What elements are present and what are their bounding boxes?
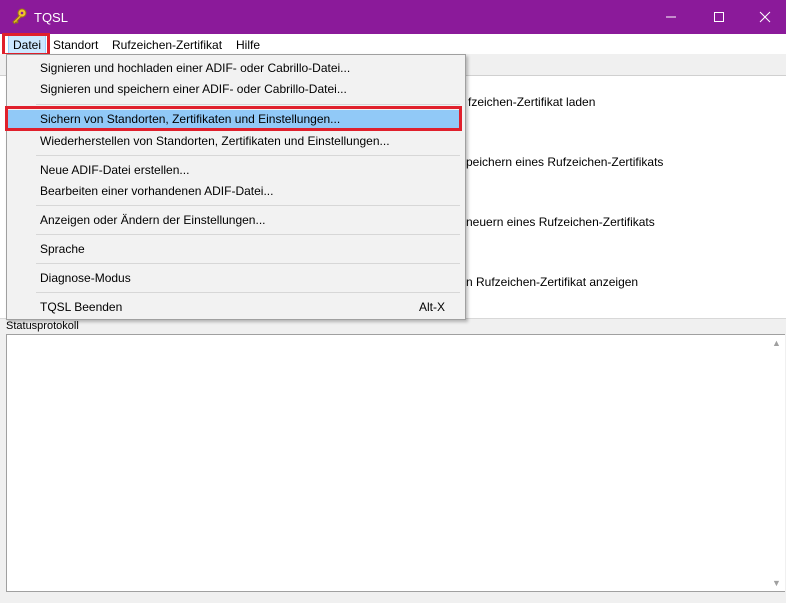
key-icon — [12, 8, 27, 25]
maximize-button[interactable] — [696, 0, 742, 34]
scroll-up-icon[interactable]: ▲ — [772, 338, 781, 348]
menu-item-restore[interactable]: Wiederherstellen von Standorten, Zertifi… — [40, 134, 390, 148]
title-bar: TQSL — [0, 0, 786, 34]
action-load-certificate[interactable]: fzeichen-Zertifikat laden — [468, 95, 595, 109]
action-renew-certificate[interactable]: neuern eines Rufzeichen-Zertifikats — [466, 215, 655, 229]
close-button[interactable] — [742, 0, 786, 34]
menu-item-edit-adif[interactable]: Bearbeiten einer vorhandenen ADIF-Datei.… — [40, 184, 273, 198]
menu-item-preferences[interactable]: Anzeigen oder Ändern der Einstellungen..… — [40, 213, 266, 227]
menu-separator — [36, 234, 460, 235]
maximize-icon — [714, 12, 724, 22]
status-log-scrollbar[interactable] — [768, 335, 785, 591]
menu-item-new-adif[interactable]: Neue ADIF-Datei erstellen... — [40, 163, 189, 177]
menu-separator — [36, 263, 460, 264]
window-title: TQSL — [34, 10, 68, 25]
status-log-label: Statusprotokoll — [6, 320, 79, 332]
menu-item-language[interactable]: Sprache — [40, 242, 85, 256]
bottom-edge — [0, 592, 786, 603]
minimize-button[interactable] — [648, 0, 694, 34]
action-show-certificate[interactable]: n Rufzeichen-Zertifikat anzeigen — [466, 275, 638, 289]
menu-separator — [36, 292, 460, 293]
menu-separator — [36, 104, 460, 105]
scroll-down-icon[interactable]: ▼ — [772, 578, 781, 588]
backup-item-highlight-box — [5, 106, 462, 131]
menu-item-diagnose[interactable]: Diagnose-Modus — [40, 271, 131, 285]
menu-separator — [36, 205, 460, 206]
menu-rufzeichen-zertifikat[interactable]: Rufzeichen-Zertifikat — [108, 37, 226, 53]
menu-hilfe[interactable]: Hilfe — [232, 37, 264, 53]
menu-standort[interactable]: Standort — [49, 37, 102, 53]
minimize-icon — [666, 16, 676, 18]
close-icon — [759, 11, 771, 23]
menu-item-sign-save[interactable]: Signieren und speichern einer ADIF- oder… — [40, 82, 347, 96]
menu-item-sign-upload[interactable]: Signieren und hochladen einer ADIF- oder… — [40, 61, 350, 75]
menu-separator — [36, 155, 460, 156]
menu-item-exit[interactable]: TQSL Beenden — [40, 300, 122, 314]
datei-highlight-box — [2, 33, 50, 56]
status-log[interactable] — [6, 334, 785, 592]
exit-shortcut: Alt-X — [419, 300, 446, 314]
action-save-certificate[interactable]: peichern eines Rufzeichen-Zertifikats — [466, 155, 663, 169]
